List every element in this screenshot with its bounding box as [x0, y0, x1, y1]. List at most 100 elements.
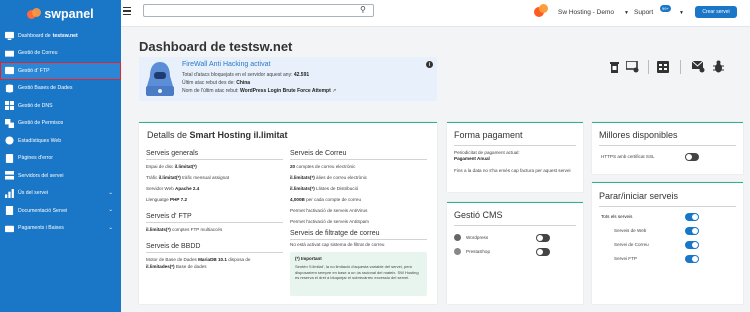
mail-check-icon[interactable] [692, 61, 705, 73]
database-icon [4, 84, 14, 93]
cms-item-wordpress: Wordpress [466, 235, 489, 240]
payment-invoice-note: Fins a la data no s'ha emès cap factura … [454, 168, 571, 173]
web-server-row: Servidor Web Apache 2.4 [146, 186, 200, 191]
bug-icon[interactable] [713, 60, 724, 73]
sidebar-item-label: Documentació Servei [18, 207, 68, 214]
sidebar-item-label: Pagaments i Baixes [18, 225, 64, 232]
swpanel-logo-icon [27, 7, 42, 21]
sidebar-item-label: Estadístiques Web [18, 137, 62, 144]
web-service-label: Serveis de Web [614, 228, 647, 233]
sidebar-item-dns[interactable]: Gestió de DNS [0, 97, 121, 115]
search-input[interactable] [143, 4, 374, 17]
account-avatar[interactable] [534, 4, 548, 18]
sidebar-item-label: Gestió de DNS [18, 102, 53, 109]
start-stop-title: Parar/iniciar serveis [599, 191, 679, 201]
external-link-icon[interactable]: ↗ [332, 88, 336, 94]
sidebar-item-ftp[interactable]: Gestió d' FTP [0, 62, 121, 80]
hacker-icon [146, 62, 174, 96]
sidebar-item-mail[interactable]: Gestió de Correu [0, 45, 121, 63]
improvements-card: Millores disponibles HTTPS amb certifica… [592, 122, 743, 174]
toolbar-divider [648, 60, 649, 74]
cms-title: Gestió CMS [454, 210, 503, 220]
payment-card: Forma pagament Periodicitat de pagament … [447, 122, 583, 192]
info-icon[interactable]: i [426, 61, 433, 68]
trash-icon[interactable] [610, 61, 619, 73]
sidebar-item-usage[interactable]: Ús del servei ⌄ [0, 185, 121, 203]
wordpress-icon [454, 234, 461, 241]
ftp-services-heading: Serveis d' FTP [146, 213, 192, 220]
firewall-attacks-line: Total d'atacs bloquejats en el servidor … [182, 72, 310, 78]
language-row: Llenguatge PHP 7.2 [146, 197, 188, 202]
chevron-down-icon: ⌄ [108, 189, 113, 196]
sidebar-item-stats[interactable]: Estadístiques Web [0, 132, 121, 150]
menu-toggle-icon[interactable] [123, 7, 131, 16]
sidebar-item-servers[interactable]: Servidors del servei [0, 167, 121, 185]
brand-name: swpanel [44, 6, 94, 21]
divider [454, 145, 576, 146]
sidebar-item-docs[interactable]: Documentació Servei ⌄ [0, 202, 121, 220]
start-stop-card: Parar/iniciar serveis Tots els serveis S… [592, 182, 743, 304]
database-count-row: il.limitades(*) Base de dades [146, 264, 207, 269]
mail-filter-heading: Serveis de filtratge de correu [290, 230, 380, 237]
wordpress-toggle[interactable] [536, 234, 550, 242]
all-services-label: Tots els serveis [601, 214, 633, 219]
topbar: ⚲ Sw Hosting - Demo ▼ Suport 99+ ▼ Crear… [121, 0, 750, 27]
https-ssl-toggle[interactable] [685, 153, 699, 161]
support-link[interactable]: Suport [634, 9, 653, 16]
divider [599, 206, 736, 207]
traffic-row: Tràfic il.limitat(*) tràfic mensual assi… [146, 175, 230, 180]
search-icon[interactable]: ⚲ [360, 5, 747, 14]
divider [290, 159, 427, 160]
payment-period-value: Pagament Anual [454, 156, 490, 161]
chevron-down-icon: ⌄ [108, 207, 113, 213]
firewall-last-attack-line: Nom de l'últim atac rebut: WordPress Log… [182, 88, 337, 94]
sidebar-item-databases[interactable]: Gestió Bases de Dades [0, 80, 121, 98]
mail-service-toggle[interactable] [685, 241, 699, 249]
mail-row: 4,000B per cada compte de correu [290, 197, 362, 202]
ftp-service-toggle[interactable] [685, 255, 699, 263]
account-selector[interactable]: Sw Hosting - Demo [558, 9, 614, 16]
sidebar-item-payments[interactable]: Pagaments i Baixes ⌄ [0, 220, 121, 238]
important-title: (*) Important [295, 256, 322, 261]
calendar-icon[interactable] [657, 61, 669, 73]
error-pages-icon [4, 153, 14, 163]
servers-icon [4, 171, 14, 180]
database-engine-row: Motor de Base de Dades MariaDB 10.1 disp… [146, 257, 251, 262]
all-services-toggle[interactable] [685, 213, 699, 221]
mail-icon [4, 49, 14, 58]
firewall-title: FireWall Anti Hacking activat [182, 61, 271, 68]
sidebar-item-label: Pàgines d'error [18, 155, 54, 162]
mail-services-heading: Serveis de Correu [290, 150, 347, 157]
usage-icon [4, 188, 14, 198]
chevron-down-icon: ⌄ [108, 224, 113, 231]
brand-logo[interactable]: swpanel [0, 0, 121, 27]
create-service-button[interactable]: Crear servei [695, 6, 737, 18]
prestashop-icon [454, 248, 461, 255]
sidebar-item-dashboard[interactable]: Dashboard de testsw.net [0, 27, 121, 45]
docs-icon [4, 206, 14, 216]
stats-icon [4, 136, 14, 145]
sidebar-item-label: Gestió de Correu [18, 50, 58, 57]
payment-title: Forma pagament [454, 130, 523, 140]
mail-row: il.limitats(*) àlies de correu electròni… [290, 175, 368, 180]
mail-row: Permet l'activació de serveis AntiVirus [290, 208, 368, 213]
improvements-title: Millores disponibles [599, 130, 678, 140]
cms-card: Gestió CMS Wordpress PrestaShop [447, 202, 583, 304]
divider [146, 159, 283, 160]
divider [599, 145, 736, 146]
permissions-icon [4, 118, 14, 128]
chevron-down-icon: ▼ [624, 10, 629, 16]
sidebar-item-error-pages[interactable]: Pàgines d'error [0, 150, 121, 168]
prestashop-toggle[interactable] [536, 248, 550, 256]
screen-icon[interactable] [626, 61, 639, 73]
divider [454, 225, 576, 226]
web-service-toggle[interactable] [685, 227, 699, 235]
payment-period-label: Periodicitat de pagament actual: [454, 150, 520, 155]
important-text: Sentén 'il.limitat', la no limitació d'a… [295, 264, 419, 280]
sidebar-item-label: Gestió d' FTP [18, 67, 50, 74]
ftp-icon [4, 66, 14, 75]
sidebar-item-permissions[interactable]: Gestió de Permisos [0, 115, 121, 133]
sidebar-item-bold: testsw.net [52, 32, 78, 39]
sidebar-item-label: Servidors del servei [18, 172, 64, 179]
ftp-service-label: Servei FTP [614, 256, 637, 261]
